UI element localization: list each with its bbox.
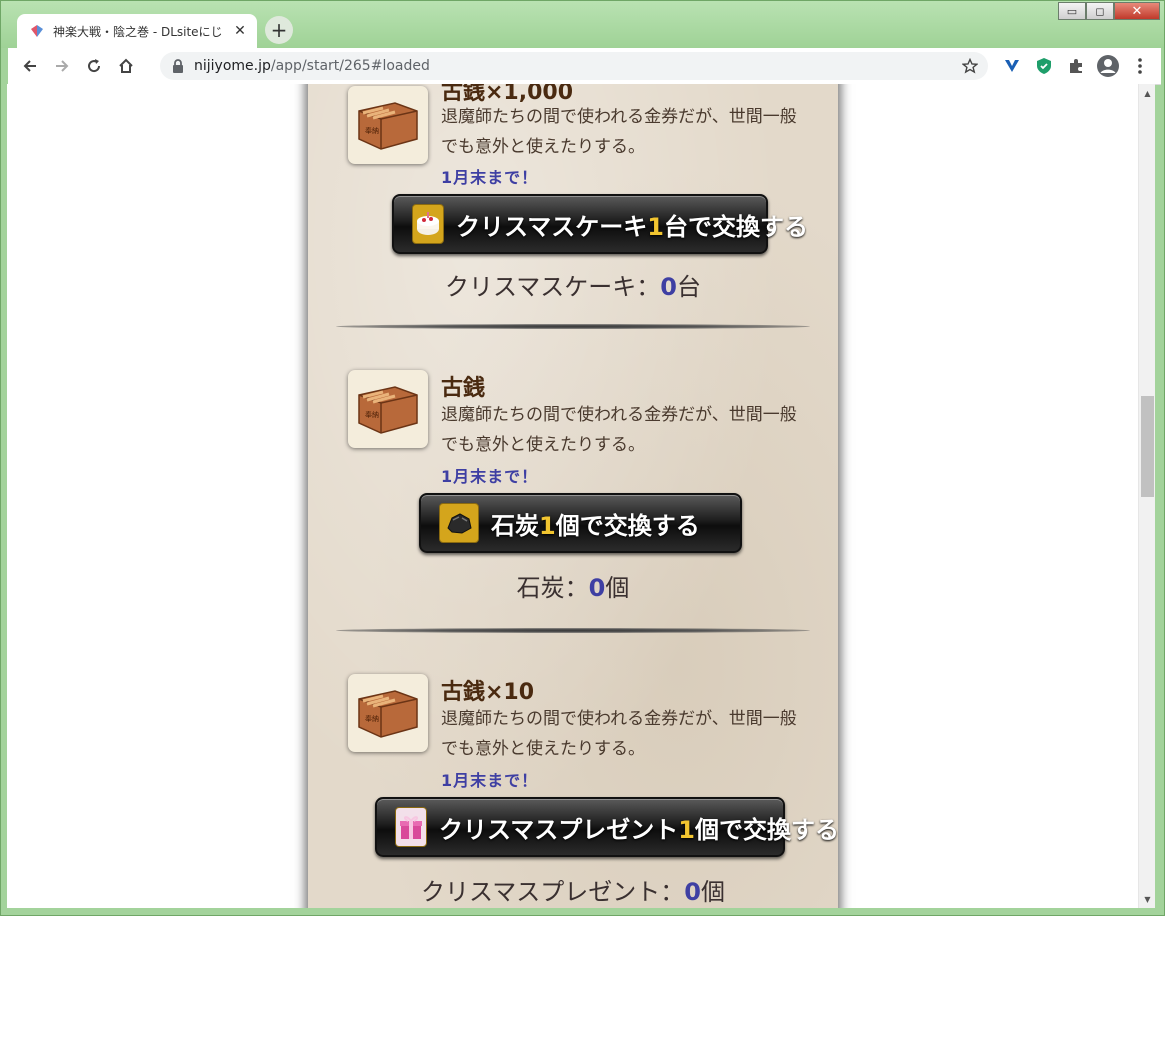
lock-icon [170,58,186,74]
section-divider [336,628,810,633]
owned-count: 石炭：0個 [516,574,630,602]
url-text[interactable]: nijiyome.jp/app/start/265#loaded [194,58,960,74]
gift-icon [395,807,427,847]
item-deadline: 1月末まで！ [441,771,539,790]
forward-button[interactable] [46,50,78,82]
reload-icon [88,59,101,73]
svg-text:奉納: 奉納 [365,126,379,135]
exchange-button-label: クリスマスプレゼント1個で交換する [439,815,839,844]
puzzle-extensions-icon[interactable] [1064,54,1088,78]
v-extension-icon[interactable] [1000,54,1024,78]
exchange-cake-button[interactable]: クリスマスケーキ1台で交換する [392,194,808,254]
new-tab-button[interactable]: + [265,16,293,44]
site-favicon-icon [29,23,45,39]
extensions-area [1000,54,1152,78]
browser-tab[interactable]: 神楽大戦・陰之巻 - DLsiteにじ ✕ [17,14,257,48]
address-bar[interactable]: nijiyome.jp/app/start/265#loaded [160,52,988,80]
page-viewport: 奉納 古銭×1,000 退魔師たちの間で使われる金券だが、世間一般でも意外と使え… [7,84,1138,908]
browser-toolbar: nijiyome.jp/app/start/265#loaded [8,48,1161,85]
item-description: 退魔師たちの間で使われる金券だが、世間一般でも意外と使えたりする。 [441,709,797,759]
exchange-panel: 奉納 古銭×1,000 退魔師たちの間で使われる金券だが、世間一般でも意外と使え… [308,84,839,908]
profile-avatar-icon[interactable] [1096,54,1120,78]
bookmark-star-icon[interactable] [960,56,980,76]
arrow-right-icon [56,60,69,72]
scroll-up-arrow-icon[interactable]: ▲ [1139,86,1156,100]
owned-count: クリスマスプレゼント：0個 [421,878,725,906]
title-bar: 神楽大戦・陰之巻 - DLsiteにじ ✕ + ▭ ◻ ✕ [1,1,1164,48]
svg-text:奉納: 奉納 [365,410,379,419]
exchange-coal-button[interactable]: 石炭1個で交換する [419,493,742,553]
item-name: 古銭 [441,376,486,401]
back-button[interactable] [14,50,46,82]
item-deadline: 1月末まで！ [441,168,539,187]
maximize-button[interactable]: ◻ [1086,2,1114,20]
arrow-left-icon [23,60,36,72]
owned-count: クリスマスケーキ：0台 [445,273,701,301]
tab-close-icon[interactable]: ✕ [231,22,249,40]
item-thumbnail: 奉納 [348,674,428,752]
coin-box-icon: 奉納 [358,386,418,434]
coal-icon [439,503,479,543]
reload-button[interactable] [78,50,110,82]
exchange-button-label: クリスマスケーキ1台で交換する [456,212,808,241]
svg-text:奉納: 奉納 [365,714,379,723]
item-deadline: 1月末まで！ [441,467,539,486]
minimize-button[interactable]: ▭ [1058,2,1086,20]
close-window-button[interactable]: ✕ [1114,2,1160,20]
home-icon [119,58,133,73]
coin-box-icon: 奉納 [358,102,418,150]
exchange-button-label: 石炭1個で交換する [491,511,700,540]
tab-title: 神楽大戦・陰之巻 - DLsiteにじ [53,24,223,39]
item-thumbnail: 奉納 [348,370,428,448]
cake-icon [412,204,444,244]
section-divider [336,324,810,329]
page-scrollbar[interactable]: ▲ ▼ [1138,84,1155,908]
scrollbar-thumb[interactable] [1141,396,1154,497]
item-thumbnail: 奉納 [348,86,428,164]
item-name: 古銭×10 [441,680,535,705]
home-button[interactable] [110,50,142,82]
item-description: 退魔師たちの間で使われる金券だが、世間一般でも意外と使えたりする。 [441,107,797,157]
kebab-menu-icon[interactable] [1128,54,1152,78]
coin-box-icon: 奉納 [358,690,418,738]
window-controls: ▭ ◻ ✕ [1058,2,1160,20]
shield-extension-icon[interactable] [1032,54,1056,78]
exchange-present-button[interactable]: クリスマスプレゼント1個で交換する [375,797,839,857]
item-description: 退魔師たちの間で使われる金券だが、世間一般でも意外と使えたりする。 [441,405,797,455]
scroll-down-arrow-icon[interactable]: ▼ [1139,892,1156,906]
